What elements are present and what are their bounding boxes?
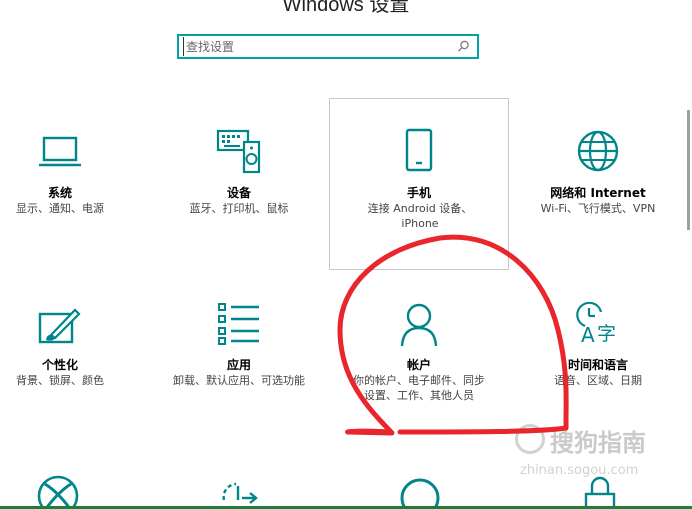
- person-icon: [400, 303, 438, 347]
- tile-description: 显示、通知、电源: [16, 202, 104, 215]
- svg-text:A: A: [581, 323, 595, 346]
- apps-list-icon: [218, 303, 259, 345]
- scrollbar[interactable]: [687, 110, 690, 230]
- tile-label: 手机: [406, 186, 431, 200]
- tile-system[interactable]: 系统 显示、通知、电源: [0, 128, 148, 228]
- xbox-icon[interactable]: [35, 474, 81, 509]
- phone-icon: [405, 128, 433, 172]
- tile-label: 设备: [226, 186, 251, 200]
- search-icon[interactable]: [455, 39, 471, 55]
- watermark-text: 搜狗指南: [550, 429, 646, 457]
- tile-label: 个性化: [41, 358, 78, 372]
- globe-icon: [577, 130, 619, 172]
- personalization-icon: [38, 308, 81, 344]
- tile-label: 系统: [47, 186, 72, 200]
- tile-description: Wi-Fi、飞行模式、VPN: [540, 202, 656, 215]
- tile-description: 连接 Android 设备、iPhone: [367, 202, 473, 230]
- search-box[interactable]: [177, 34, 479, 59]
- tile-network[interactable]: 网络和 Internet Wi-Fi、飞行模式、VPN: [510, 128, 686, 228]
- tile-description: 语音、区域、日期: [554, 374, 642, 387]
- tile-label: 时间和语言: [567, 358, 628, 372]
- tile-description: 卸载、默认应用、可选功能: [173, 374, 305, 387]
- window-title: Windows 设置: [282, 0, 410, 16]
- time-language-icon: A 字: [576, 302, 616, 346]
- tile-label: 应用: [226, 358, 251, 372]
- tile-phone[interactable]: 手机 连接 Android 设备、iPhone: [331, 128, 507, 230]
- devices-icon: [216, 129, 261, 174]
- svg-text:字: 字: [597, 323, 616, 345]
- tile-description: 你的帐户、电子邮件、同步设置、工作、其他人员: [353, 374, 485, 402]
- tile-description: 蓝牙、打印机、鼠标: [189, 202, 289, 215]
- tile-personalization[interactable]: 个性化 背景、锁屏、颜色: [0, 300, 148, 400]
- tile-label: 帐户: [406, 358, 431, 372]
- settings-window: Windows 设置 系统 显示、通知、电源: [0, 0, 692, 509]
- watermark-logo-icon: [515, 424, 545, 454]
- search-input[interactable]: [183, 37, 456, 56]
- tile-devices[interactable]: 设备 蓝牙、打印机、鼠标: [151, 128, 327, 228]
- watermark-subtext: zhinan.sogou.com: [520, 463, 639, 478]
- laptop-icon: [39, 136, 81, 167]
- update-icon[interactable]: [214, 478, 260, 509]
- tile-description: 背景、锁屏、颜色: [16, 374, 104, 387]
- ease-of-access-icon[interactable]: [397, 476, 443, 509]
- lock-icon[interactable]: [580, 474, 620, 509]
- tile-accounts[interactable]: 帐户 你的帐户、电子邮件、同步设置、工作、其他人员: [331, 300, 507, 410]
- tile-label: 网络和 Internet: [550, 186, 646, 200]
- tile-time-language[interactable]: A 字 时间和语言 语音、区域、日期: [510, 300, 686, 400]
- tile-apps[interactable]: 应用 卸载、默认应用、可选功能: [151, 300, 327, 400]
